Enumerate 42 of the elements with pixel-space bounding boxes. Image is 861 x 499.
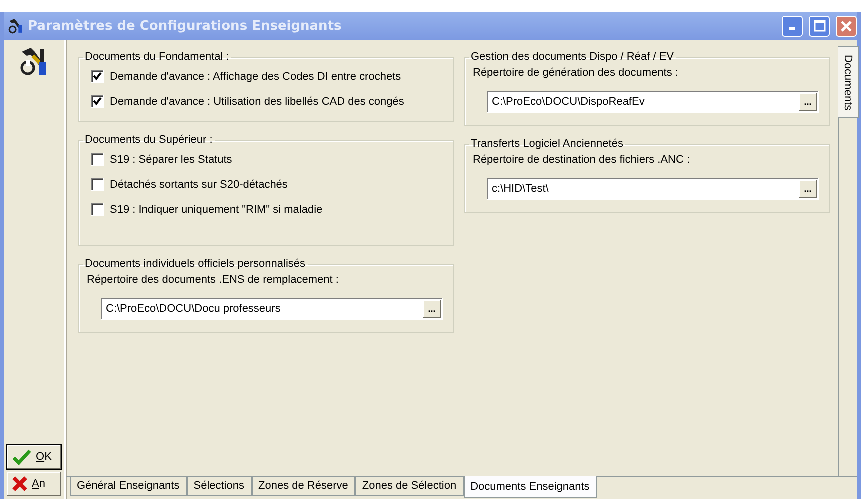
browse-button[interactable]: ... <box>423 300 441 318</box>
bottom-tab[interactable]: Sélections <box>186 477 252 496</box>
tools-icon <box>8 18 24 34</box>
bottom-tab[interactable]: Général Enseignants <box>70 477 187 496</box>
tools-icon <box>19 46 49 76</box>
checkbox[interactable] <box>91 95 104 108</box>
group-title: Documents du Fondamental : <box>84 51 230 63</box>
checkbox[interactable] <box>91 178 104 191</box>
check-icon <box>12 449 32 465</box>
minimize-button[interactable] <box>782 16 803 36</box>
checkbox[interactable] <box>91 203 104 216</box>
field-label: Répertoire de destination des fichiers .ANC : <box>473 154 692 166</box>
ok-button[interactable]: OK <box>7 445 61 469</box>
browse-button[interactable]: ... <box>799 93 817 111</box>
checkbox-label: Détachés sortants sur S20-détachés <box>110 178 288 190</box>
close-button[interactable] <box>836 16 857 36</box>
window-title: Paramètres de Configurations Enseignants <box>28 18 343 34</box>
checkbox-label: Demande d'avance : Utilisation des libellés CAD des congés <box>110 96 404 108</box>
group-title: Documents individuels officiels personnalisés <box>84 258 307 270</box>
bottom-tab[interactable]: Zones de Sélection <box>355 477 464 496</box>
checkbox-label: S19 : Indiquer uniquement "RIM" si maladie <box>110 204 323 216</box>
path-field[interactable]: c:\HID\Test\ ... <box>487 178 819 200</box>
browse-button[interactable]: ... <box>799 180 817 198</box>
path-field[interactable]: C:\ProEco\DOCU\DispoReafEv ... <box>487 91 819 113</box>
group-title: Transferts Logiciel Anciennetés <box>470 138 624 150</box>
side-tab[interactable]: Documents <box>838 46 859 118</box>
maximize-button[interactable] <box>809 16 830 36</box>
path-field[interactable]: C:\ProEco\DOCU\Docu professeurs ... <box>101 298 443 320</box>
checkbox[interactable] <box>91 153 104 166</box>
checkbox-label: S19 : Séparer les Statuts <box>110 154 232 166</box>
group-title: Gestion des documents Dispo / Réaf / EV <box>470 51 675 63</box>
close-icon <box>841 20 852 32</box>
field-label: Répertoire de génération des documents : <box>473 67 680 79</box>
bottom-tab[interactable]: Documents Enseignants <box>464 476 597 498</box>
checkbox[interactable] <box>91 70 104 83</box>
cancel-button[interactable]: An <box>7 472 61 496</box>
bottom-tab[interactable]: Zones de Réserve <box>252 477 356 496</box>
maximize-icon <box>814 20 826 32</box>
checkbox-label: Demande d'avance : Affichage des Codes DI entre crochets <box>110 70 402 82</box>
cross-icon <box>12 476 28 492</box>
field-label: Répertoire des documents .ENS de remplacement : <box>87 274 340 286</box>
group-title: Documents du Supérieur : <box>84 134 214 146</box>
